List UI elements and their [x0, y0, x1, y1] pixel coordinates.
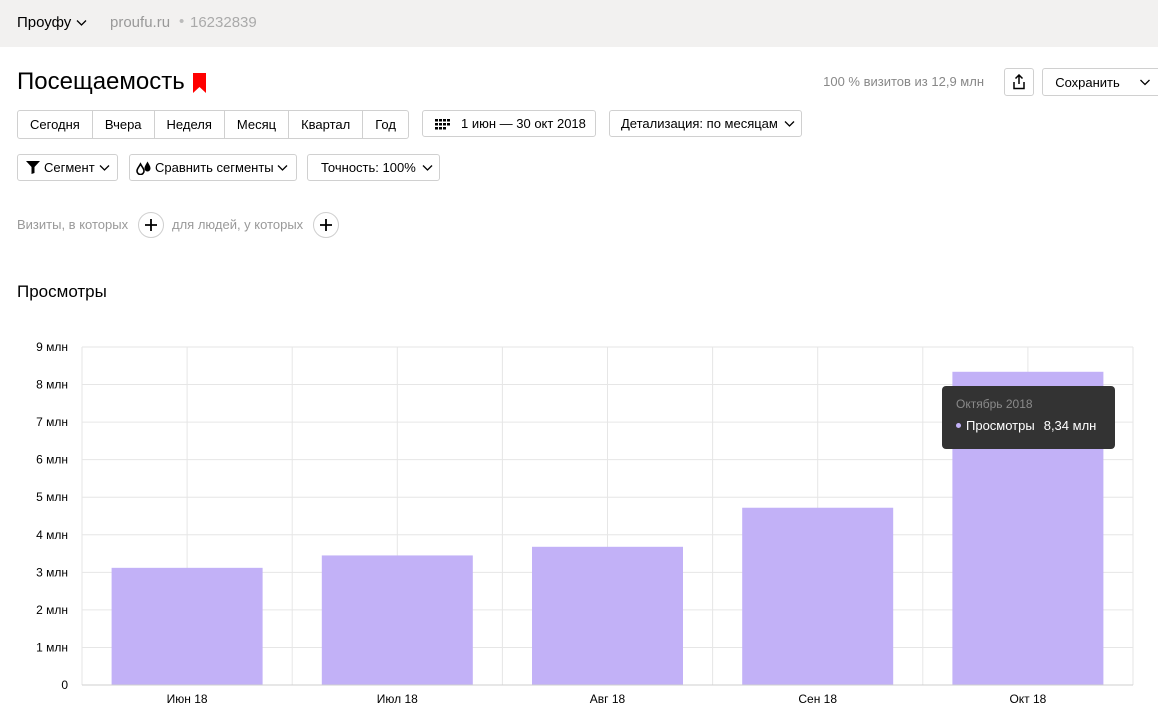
- tooltip-value: 8,34 млн: [1043, 418, 1097, 433]
- period-week[interactable]: Неделя: [155, 111, 225, 138]
- save-dropdown-button[interactable]: [1131, 68, 1158, 96]
- y-tick-label: 6 млн: [36, 453, 68, 467]
- period-selector: Сегодня Вчера Неделя Месяц Квартал Год: [17, 110, 409, 139]
- compare-segments-label: Сравнить сегменты: [155, 160, 274, 175]
- chevron-down-icon: [277, 165, 288, 171]
- y-tick-label: 8 млн: [36, 378, 68, 392]
- period-today[interactable]: Сегодня: [18, 111, 93, 138]
- add-people-condition-button[interactable]: [313, 212, 339, 238]
- counter-id: 16232839: [190, 14, 257, 31]
- segment-label: Сегмент: [44, 160, 95, 175]
- tooltip-title: Октябрь 2018: [956, 397, 1033, 411]
- detail-selector[interactable]: Детализация: по месяцам: [609, 110, 802, 137]
- y-tick-label: 3 млн: [36, 565, 68, 579]
- bar: [321, 555, 473, 685]
- y-tick-label: 7 млн: [36, 415, 68, 429]
- y-tick-label: 4 млн: [36, 528, 68, 542]
- period-year[interactable]: Год: [363, 111, 408, 138]
- share-icon: [1013, 74, 1025, 90]
- compare-segments-button[interactable]: Сравнить сегменты: [129, 154, 297, 181]
- chevron-down-icon: [1139, 79, 1150, 86]
- y-tick-label: 0: [61, 678, 68, 692]
- chevron-down-icon: [76, 20, 87, 26]
- period-quarter[interactable]: Квартал: [289, 111, 364, 138]
- bar: [111, 567, 263, 685]
- y-tick-label: 1 млн: [36, 640, 68, 654]
- detail-label: Детализация: по месяцам: [621, 116, 778, 131]
- counter-selector[interactable]: Проуфу: [17, 14, 87, 31]
- x-tick-label: Окт 18: [1009, 692, 1046, 706]
- x-tick-label: Июн 18: [167, 692, 208, 706]
- y-tick-label: 5 млн: [36, 490, 68, 504]
- counter-name: Проуфу: [17, 14, 72, 31]
- share-button[interactable]: [1004, 68, 1034, 96]
- x-tick-label: Сен 18: [798, 692, 837, 706]
- visits-info: 100 % визитов из 12,9 млн: [823, 74, 984, 89]
- date-range-button[interactable]: 1 июн — 30 окт 2018: [422, 110, 596, 137]
- period-month[interactable]: Месяц: [225, 111, 290, 138]
- y-tick-label: 2 млн: [36, 603, 68, 617]
- chevron-down-icon: [784, 121, 795, 127]
- period-yesterday[interactable]: Вчера: [93, 111, 155, 138]
- filter-icon: [26, 161, 40, 174]
- separator-dot: •: [179, 13, 185, 30]
- x-tick-label: Июл 18: [377, 692, 418, 706]
- people-filter-label: для людей, у которых: [172, 217, 304, 232]
- page-title: Посещаемость: [17, 68, 185, 95]
- add-visit-condition-button[interactable]: [138, 212, 164, 238]
- visits-filter-label: Визиты, в которых: [17, 217, 129, 232]
- tooltip-series-name: Просмотры: [966, 418, 1035, 433]
- tooltip-row: Просмотры 8,34 млн: [956, 418, 1101, 433]
- accuracy-label: Точность: 100%: [321, 160, 416, 175]
- y-tick-label: 9 млн: [36, 340, 68, 354]
- calendar-icon: [435, 118, 450, 129]
- bookmark-icon[interactable]: [193, 73, 206, 93]
- chevron-down-icon: [422, 165, 433, 171]
- save-button[interactable]: Сохранить: [1042, 68, 1133, 96]
- accuracy-selector[interactable]: Точность: 100%: [307, 154, 440, 181]
- top-bar: Проуфу proufu.ru • 16232839: [0, 0, 1158, 47]
- bar: [742, 507, 894, 685]
- tooltip-series-dot: [956, 423, 961, 428]
- plus-icon: [145, 219, 157, 231]
- segment-button[interactable]: Сегмент: [17, 154, 118, 181]
- x-tick-label: Авг 18: [590, 692, 626, 706]
- chart-title: Просмотры: [17, 282, 107, 301]
- counter-site: proufu.ru: [110, 14, 171, 31]
- chart-tooltip: Октябрь 2018 Просмотры 8,34 млн: [942, 386, 1115, 449]
- drops-icon: [136, 161, 151, 175]
- bar: [532, 546, 683, 685]
- plus-icon: [320, 219, 332, 231]
- chevron-down-icon: [99, 165, 110, 171]
- date-range-label: 1 июн — 30 окт 2018: [461, 116, 586, 131]
